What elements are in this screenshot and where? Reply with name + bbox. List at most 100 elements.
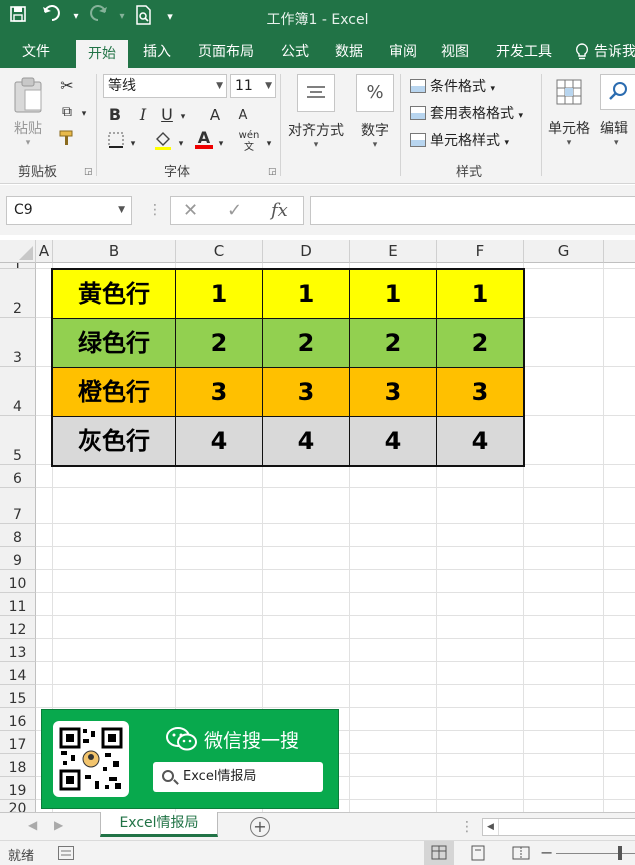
copy-icon[interactable]: ⧉ (56, 102, 78, 122)
value-cell[interactable]: 1 (436, 269, 524, 319)
sheet-tab-active[interactable]: Excel情报局 (100, 812, 218, 837)
row-header[interactable]: 5 (0, 416, 36, 465)
row-header[interactable]: 10 (0, 570, 36, 593)
conditional-formatting-button[interactable]: 条件格式 ▾ (410, 76, 495, 96)
value-cell[interactable]: 4 (262, 416, 350, 466)
tab-home[interactable]: 开始 (76, 40, 128, 68)
bold-button[interactable]: B (106, 105, 124, 125)
lightbulb-icon[interactable] (572, 36, 592, 68)
row-header[interactable]: 4 (0, 367, 36, 416)
editing-button[interactable]: 编辑 ▾ (600, 74, 635, 148)
tab-developer[interactable]: 开发工具 (486, 36, 562, 68)
phonetic-guide-button[interactable]: wén 文 (238, 130, 260, 154)
row-header[interactable]: 15 (0, 685, 36, 708)
alignment-button[interactable]: 对齐方式 ▾ (284, 74, 348, 150)
wechat-promo-banner[interactable]: 微信搜一搜 Excel情报局 (41, 709, 339, 809)
tab-splitter-icon[interactable]: ⋮ (460, 819, 474, 835)
col-header-f[interactable]: F (437, 240, 524, 263)
col-header-c[interactable]: C (176, 240, 263, 263)
prev-sheet-icon[interactable]: ◀ (28, 818, 37, 832)
phonetic-dropdown-icon[interactable]: ▾ (264, 134, 274, 154)
row-header[interactable]: 12 (0, 616, 36, 639)
shrink-font-button[interactable]: A (234, 106, 252, 126)
value-cell[interactable]: 2 (175, 318, 263, 368)
col-header-g[interactable]: G (524, 240, 604, 263)
row-header[interactable]: 14 (0, 662, 36, 685)
select-all-corner[interactable] (0, 240, 36, 263)
borders-dropdown-icon[interactable]: ▾ (128, 134, 138, 154)
value-cell[interactable]: 2 (349, 318, 437, 368)
underline-dropdown-icon[interactable]: ▾ (178, 107, 188, 127)
col-header-a[interactable]: A (36, 240, 53, 263)
tab-formulas[interactable]: 公式 (272, 36, 318, 68)
splitter-handle-icon[interactable]: ⋮ (148, 202, 162, 218)
cells-button[interactable]: 单元格 ▾ (544, 74, 594, 148)
fill-color-icon[interactable] (152, 130, 174, 155)
font-color-dropdown-icon[interactable]: ▾ (216, 134, 226, 154)
formula-input[interactable] (310, 196, 635, 225)
cut-icon[interactable]: ✂ (56, 76, 78, 96)
row-header[interactable]: 7 (0, 488, 36, 524)
row-header[interactable]: 9 (0, 547, 36, 570)
font-color-button[interactable]: A (194, 128, 214, 149)
row-header[interactable]: 17 (0, 731, 36, 754)
format-as-table-button[interactable]: 套用表格格式 ▾ (410, 103, 523, 123)
paste-dropdown-icon[interactable]: ▾ (10, 138, 46, 148)
row-header[interactable]: 16 (0, 708, 36, 731)
value-cell[interactable]: 3 (175, 367, 263, 417)
row-header[interactable]: 20 (0, 800, 36, 812)
cell-styles-button[interactable]: 单元格样式 ▾ (410, 130, 509, 150)
tab-review[interactable]: 审阅 (380, 36, 426, 68)
value-cell[interactable]: 4 (436, 416, 524, 466)
tab-file[interactable]: 文件 (10, 36, 62, 68)
name-box[interactable]: C9 ▼ (6, 196, 132, 225)
grow-font-button[interactable]: A (206, 105, 224, 125)
zoom-slider[interactable] (556, 853, 635, 854)
zoom-out-icon[interactable]: − (540, 843, 553, 862)
row-header[interactable]: 8 (0, 524, 36, 547)
row-header[interactable]: 11 (0, 593, 36, 616)
enter-icon[interactable]: ✓ (227, 200, 242, 221)
copy-dropdown-icon[interactable]: ▾ (78, 104, 90, 124)
col-header-e[interactable]: E (350, 240, 437, 263)
row-label-cell[interactable]: 橙色行 (52, 367, 176, 417)
format-painter-icon[interactable] (56, 130, 78, 151)
value-cell[interactable]: 3 (436, 367, 524, 417)
col-header-d[interactable]: D (263, 240, 350, 263)
tab-insert[interactable]: 插入 (134, 36, 180, 68)
value-cell[interactable]: 4 (175, 416, 263, 466)
page-break-view-icon[interactable] (512, 845, 530, 865)
value-cell[interactable]: 1 (175, 269, 263, 319)
row-label-cell[interactable]: 绿色行 (52, 318, 176, 368)
value-cell[interactable]: 2 (262, 318, 350, 368)
page-layout-view-icon[interactable] (470, 845, 486, 865)
value-cell[interactable]: 1 (349, 269, 437, 319)
insert-function-button[interactable]: fx (271, 200, 288, 221)
font-launcher-icon[interactable]: ◲ (268, 167, 277, 177)
tab-page-layout[interactable]: 页面布局 (188, 36, 264, 68)
font-size-select[interactable]: 11 ▼ (230, 74, 276, 98)
col-header-h[interactable] (604, 240, 635, 263)
tab-view[interactable]: 视图 (432, 36, 478, 68)
row-header[interactable]: 13 (0, 639, 36, 662)
value-cell[interactable]: 4 (349, 416, 437, 466)
value-cell[interactable]: 2 (436, 318, 524, 368)
number-format-button[interactable]: % 数字 ▾ (352, 74, 398, 150)
clipboard-launcher-icon[interactable]: ◲ (84, 167, 93, 177)
italic-button[interactable]: I (134, 105, 152, 125)
value-cell[interactable]: 3 (349, 367, 437, 417)
promo-search-box[interactable]: Excel情报局 (153, 762, 323, 792)
fill-color-dropdown-icon[interactable]: ▾ (176, 134, 186, 154)
row-header[interactable]: 2 (0, 269, 36, 318)
borders-icon[interactable] (106, 132, 126, 153)
macro-record-icon[interactable] (58, 846, 74, 860)
paste-button[interactable]: 粘贴 ▾ (10, 76, 46, 148)
row-label-cell[interactable]: 黄色行 (52, 269, 176, 319)
row-header[interactable]: 18 (0, 754, 36, 777)
scroll-left-icon[interactable]: ◀ (483, 819, 499, 835)
cancel-icon[interactable]: ✕ (183, 200, 198, 221)
add-sheet-button[interactable]: + (250, 817, 270, 837)
row-label-cell[interactable]: 灰色行 (52, 416, 176, 466)
tab-data[interactable]: 数据 (326, 36, 372, 68)
row-header[interactable]: 3 (0, 318, 36, 367)
